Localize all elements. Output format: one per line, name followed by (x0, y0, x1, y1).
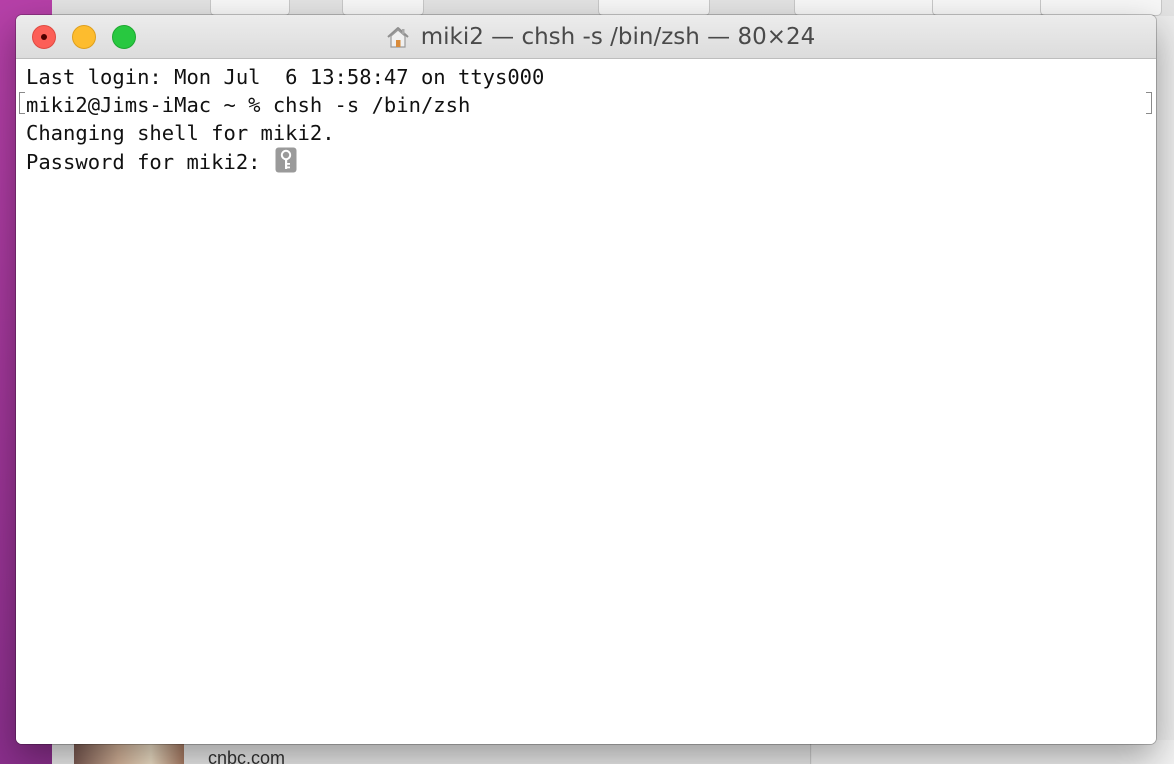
password-prompt-text: Password for miki2: (26, 150, 273, 174)
prompt-mark-right (1146, 92, 1152, 114)
prompt-mark-left (19, 92, 25, 114)
background-toolbar-button[interactable] (794, 0, 946, 16)
window-title-area: miki2 — chsh -s /bin/zsh — 80×24 (16, 15, 1156, 58)
terminal-content[interactable]: Last login: Mon Jul 6 13:58:47 on ttys00… (16, 59, 1156, 744)
terminal-line-changing-shell: Changing shell for miki2. (26, 121, 335, 145)
terminal-window: miki2 — chsh -s /bin/zsh — 80×24 Last lo… (16, 15, 1156, 744)
background-list-text: cnbc.com (208, 748, 286, 764)
home-icon (387, 26, 409, 48)
background-toolbar-button[interactable] (342, 0, 424, 16)
background-toolbar-button[interactable] (932, 0, 1044, 16)
terminal-line-command: miki2@Jims-iMac ~ % chsh -s /bin/zsh (26, 93, 471, 117)
title-bar[interactable]: miki2 — chsh -s /bin/zsh — 80×24 (16, 15, 1156, 59)
terminal-line-last-login: Last login: Mon Jul 6 13:58:47 on ttys00… (26, 65, 545, 89)
background-toolbar-button[interactable] (210, 0, 290, 16)
window-title: miki2 — chsh -s /bin/zsh — 80×24 (420, 23, 816, 50)
background-toolbar (52, 0, 1174, 16)
key-icon (275, 147, 297, 173)
background-toolbar-button[interactable] (598, 0, 710, 16)
terminal-line-password[interactable]: Password for miki2: (26, 147, 297, 175)
background-toolbar-button[interactable] (1040, 0, 1162, 16)
